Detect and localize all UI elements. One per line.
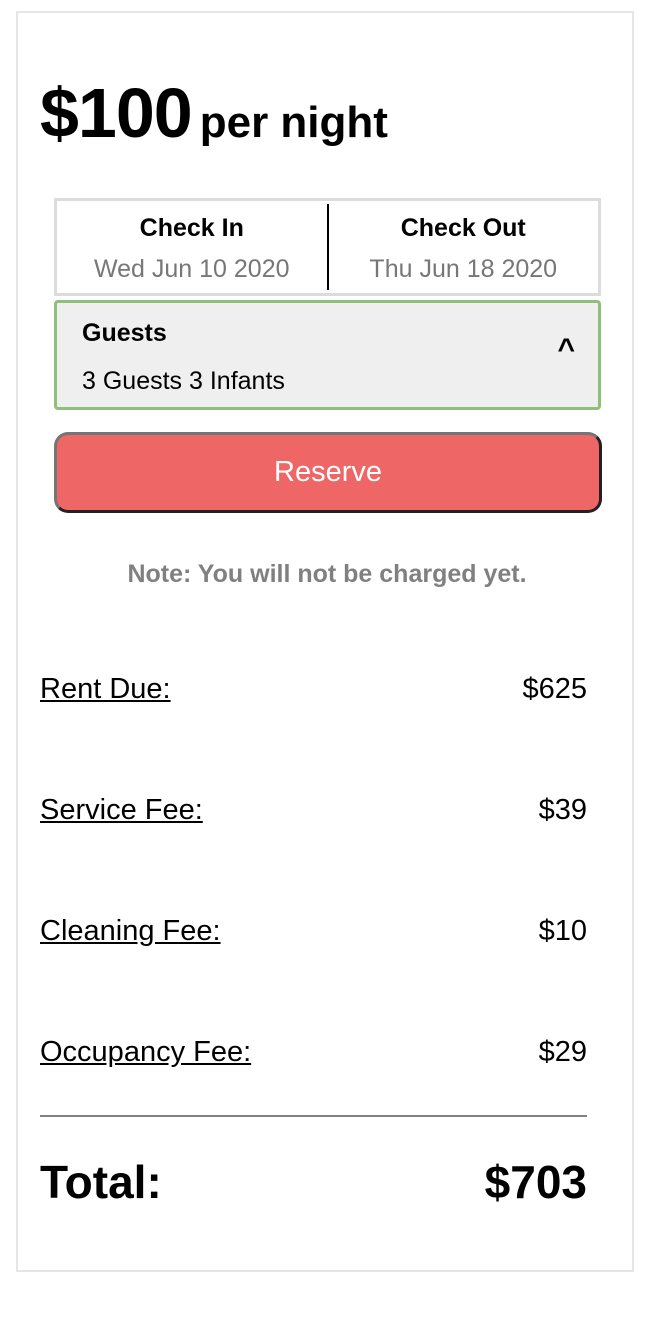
occupancy-fee-amount: $29 <box>538 1036 587 1068</box>
check-in-value: Wed Jun 10 2020 <box>93 255 290 283</box>
price-amount: $100 <box>40 74 193 152</box>
fee-row-occupancy: Occupancy Fee: $29 <box>40 1036 587 1069</box>
rent-due-label[interactable]: Rent Due: <box>40 673 171 705</box>
charge-note: Note: You will not be charged yet. <box>127 560 527 588</box>
reserve-button[interactable]: Reserve <box>54 432 602 513</box>
service-fee-label[interactable]: Service Fee: <box>40 794 203 826</box>
fee-row-rent: Rent Due: $625 <box>40 673 587 706</box>
chevron-up-icon[interactable]: ^ <box>557 333 575 367</box>
fee-row-service: Service Fee: $39 <box>40 794 587 827</box>
total-divider <box>40 1115 587 1117</box>
check-out-label: Check Out <box>400 214 526 242</box>
price-suffix: per night <box>199 98 388 147</box>
check-out-field[interactable]: Check Out Thu Jun 18 2020 <box>329 201 599 293</box>
check-out-value: Thu Jun 18 2020 <box>369 255 558 283</box>
cleaning-fee-label[interactable]: Cleaning Fee: <box>40 915 221 947</box>
total-row: Total: $703 <box>40 1155 587 1209</box>
total-amount: $703 <box>484 1156 587 1208</box>
date-selector: Check In Wed Jun 10 2020 Check Out Thu J… <box>54 198 601 296</box>
nightly-price: $100 per night <box>40 73 388 153</box>
fee-row-cleaning: Cleaning Fee: $10 <box>40 915 587 948</box>
total-label: Total: <box>40 1156 162 1208</box>
rent-due-amount: $625 <box>522 673 587 705</box>
check-in-label: Check In <box>139 214 244 242</box>
guests-dropdown[interactable]: Guests 3 Guests 3 Infants ^ <box>54 300 601 410</box>
occupancy-fee-label[interactable]: Occupancy Fee: <box>40 1036 251 1068</box>
booking-card: $100 per night Check In Wed Jun 10 2020 C… <box>16 11 634 1272</box>
check-in-field[interactable]: Check In Wed Jun 10 2020 <box>57 204 329 290</box>
service-fee-amount: $39 <box>538 794 587 826</box>
cleaning-fee-amount: $10 <box>538 915 587 947</box>
guests-label: Guests <box>82 319 167 347</box>
guests-value: 3 Guests 3 Infants <box>82 367 285 395</box>
